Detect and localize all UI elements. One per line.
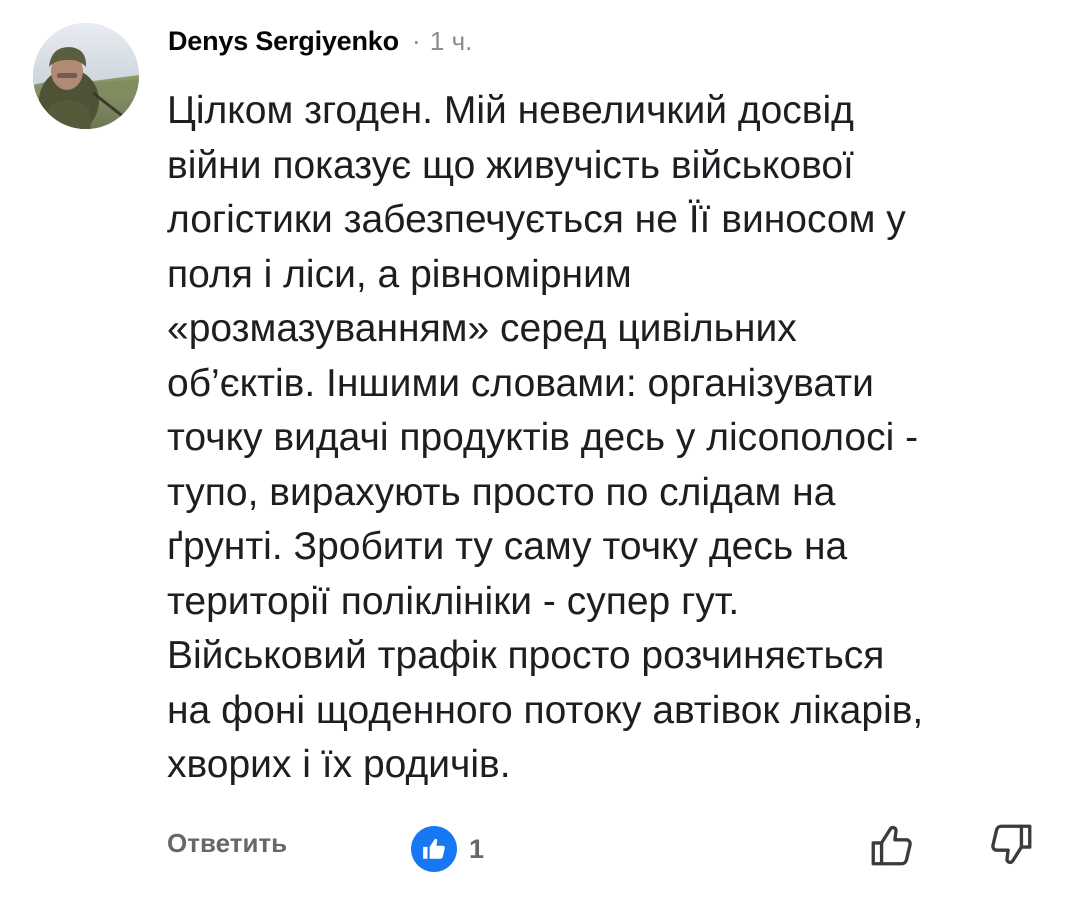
thumbs-up-outline-icon[interactable] (867, 820, 917, 870)
comment-header: Denys Sergiyenko · 1 ч. (168, 26, 472, 57)
comment: Denys Sergiyenko · 1 ч. Цілком згоден. М… (0, 0, 1080, 905)
avatar-photo (33, 23, 139, 129)
comment-timestamp[interactable]: 1 ч. (430, 26, 472, 57)
thumbs-up-icon (411, 826, 457, 872)
comment-text: Цілком згоден. Мій невеличкий досвід вій… (167, 89, 924, 786)
author-name[interactable]: Denys Sergiyenko (168, 26, 399, 57)
avatar[interactable] (33, 23, 139, 129)
meta-separator: · (411, 26, 421, 56)
reaction-summary[interactable]: 1 (411, 826, 484, 872)
like-count: 1 (469, 833, 485, 864)
thumbs-down-outline-icon[interactable] (986, 820, 1036, 870)
reply-button[interactable]: Ответить (167, 828, 287, 859)
